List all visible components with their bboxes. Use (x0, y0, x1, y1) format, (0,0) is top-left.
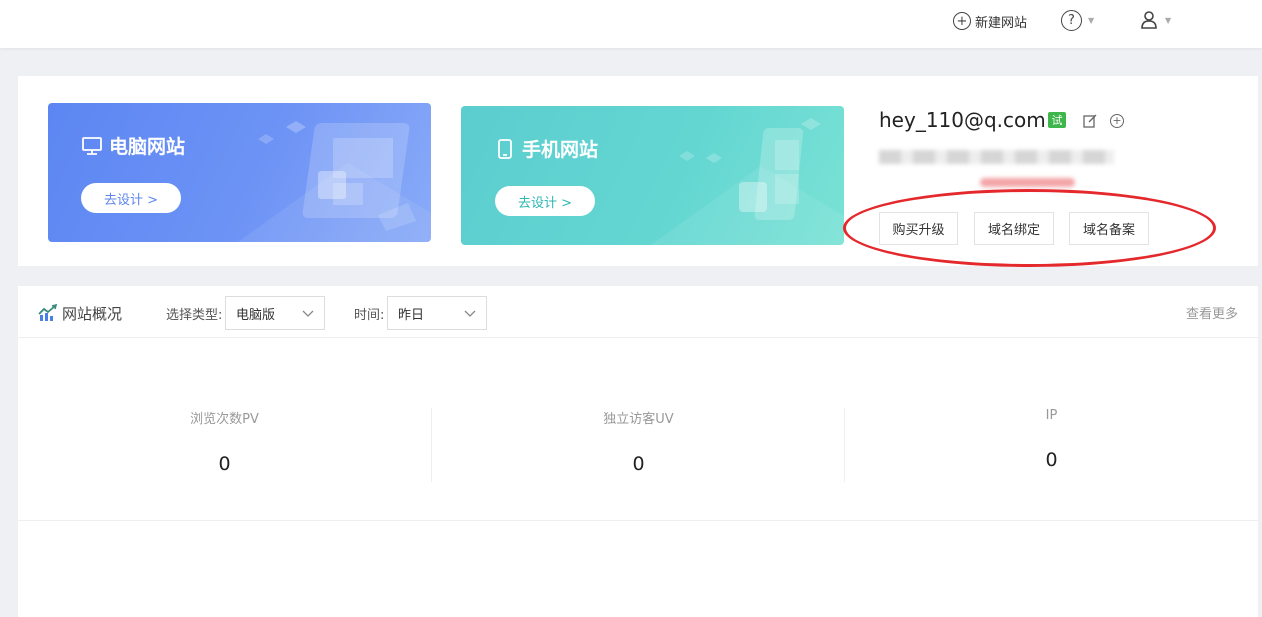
illustration-pc (238, 121, 431, 242)
time-label: 时间: (354, 308, 385, 323)
type-select-value: 电脑版 (236, 307, 276, 323)
overview-title: 网站概况 (62, 305, 123, 323)
pc-site-title-text: 电脑网站 (109, 136, 186, 158)
stat-uv: 独立访客UV 0 (432, 408, 845, 475)
add-icon[interactable]: + (1110, 114, 1124, 128)
redacted-info (879, 150, 1114, 164)
caret-down-icon: ▼ (1088, 16, 1095, 25)
phone-icon (498, 138, 512, 159)
top-bar: + 新建网站 ? ▼ ▼ (0, 0, 1262, 48)
user-menu[interactable]: ▼ (1139, 10, 1171, 30)
stat-value: 0 (632, 453, 645, 475)
view-more-link[interactable]: 查看更多 (1186, 303, 1238, 322)
new-site-label: 新建网站 (975, 15, 1028, 31)
mobile-site-title: 手机网站 (494, 135, 598, 162)
stat-label: 浏览次数PV (190, 412, 259, 427)
plus-circle-icon: + (953, 12, 971, 30)
overview-panel: 网站概况 选择类型: 电脑版 时间: 昨日 查看更多 浏览次数PV 0 独立访客… (18, 286, 1258, 617)
chevron-down-icon (302, 310, 314, 317)
divider (18, 520, 1258, 521)
new-site-button[interactable]: + 新建网站 (953, 11, 1027, 31)
redacted-mark (980, 178, 1075, 187)
trial-badge: 试 (1048, 112, 1066, 128)
type-label: 选择类型: (166, 308, 223, 323)
help-menu[interactable]: ? ▼ (1061, 10, 1094, 31)
stat-ip: IP 0 (845, 408, 1258, 471)
stat-pv: 浏览次数PV 0 (18, 408, 431, 475)
account-email: hey_110@q.com (879, 108, 1046, 132)
mobile-site-banner[interactable]: 手机网站 去设计 > (461, 106, 844, 245)
illustration-mobile (651, 118, 844, 245)
pc-design-button[interactable]: 去设计 > (81, 183, 181, 213)
stat-value: 0 (218, 453, 231, 475)
mobile-design-button[interactable]: 去设计 > (495, 186, 595, 216)
question-circle-icon: ? (1061, 10, 1082, 31)
pc-site-title: 电脑网站 (81, 132, 185, 159)
trend-chart-icon (38, 304, 58, 321)
annotation-ellipse (843, 189, 1216, 267)
time-select-value: 昨日 (398, 307, 425, 323)
monitor-icon (82, 136, 102, 155)
time-select[interactable]: 昨日 (387, 296, 487, 330)
chevron-down-icon (464, 310, 476, 317)
pc-site-banner[interactable]: 电脑网站 去设计 > (48, 103, 431, 242)
edit-icon[interactable] (1083, 114, 1097, 128)
stat-value: 0 (1045, 449, 1058, 471)
overview-header: 网站概况 选择类型: 电脑版 时间: 昨日 查看更多 (18, 286, 1258, 338)
stat-label: IP (1045, 408, 1058, 423)
caret-down-icon: ▼ (1165, 15, 1172, 25)
stat-label: 独立访客UV (603, 412, 674, 427)
type-select[interactable]: 电脑版 (225, 296, 325, 330)
mobile-site-title-text: 手机网站 (522, 139, 599, 161)
user-icon (1141, 11, 1157, 29)
